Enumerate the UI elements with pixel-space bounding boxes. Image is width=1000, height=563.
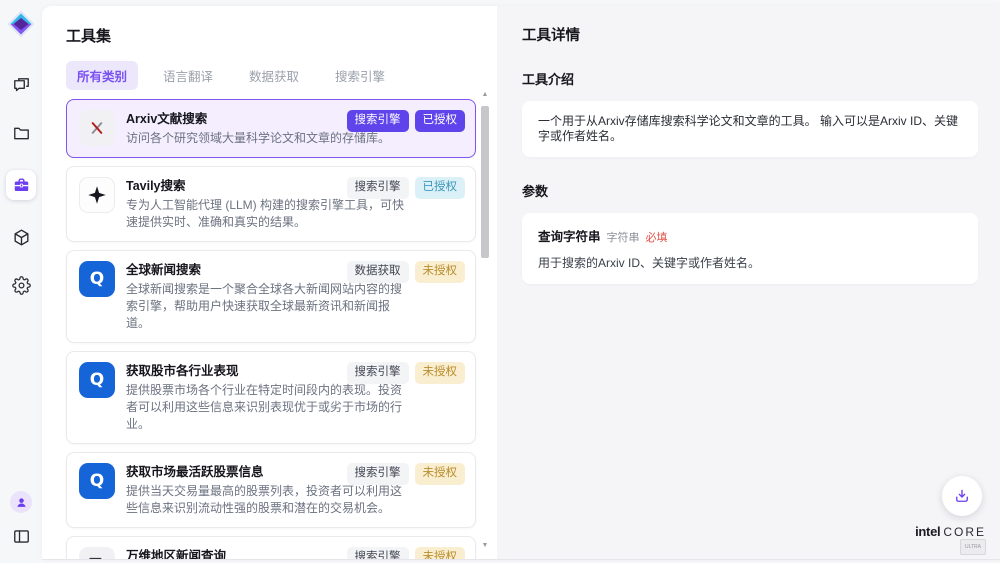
status-badge: 未授权 xyxy=(415,362,466,384)
content-window: 工具集 所有类别 语言翻译 数据获取 搜索引擎 Arxiv文献搜索 访问各个研究… xyxy=(42,6,1000,560)
status-badge: 已授权 xyxy=(415,110,466,132)
gear-icon[interactable] xyxy=(10,274,32,296)
core-wordmark: CORE xyxy=(943,525,986,539)
tab-language-translation[interactable]: 语言翻译 xyxy=(152,61,224,90)
q-search-icon: Q xyxy=(79,463,115,499)
tool-card-active-stocks[interactable]: Q 获取市场最活跃股票信息 提供当天交易量最高的股票列表，投资者可以利用这些信息… xyxy=(66,452,476,528)
collapse-panel-icon[interactable] xyxy=(10,525,32,547)
tool-description: 专为人工智能代理 (LLM) 构建的搜索引擎工具，可快速提供实时、准确和真实的结… xyxy=(126,197,411,231)
category-badge: 搜索引擎 xyxy=(347,362,409,384)
tool-detail-panel: 工具详情 工具介绍 一个用于从Arxiv存储库搜索科学论文和文章的工具。 输入可… xyxy=(497,6,1000,559)
scrollbar-up-arrow[interactable]: ▲ xyxy=(480,90,490,100)
newspaper-icon xyxy=(79,547,115,560)
category-badge: 搜索引擎 xyxy=(347,547,409,560)
intro-card: 一个用于从Arxiv存储库搜索科学论文和文章的工具。 输入可以是Arxiv ID… xyxy=(522,101,978,157)
download-icon xyxy=(953,487,971,505)
toolbox-icon[interactable] xyxy=(6,170,36,200)
tool-card-regional-news[interactable]: 万维地区新闻查询 查询具体行政区划内的新闻，快速了解各地新闻动 搜索引擎 未授权 xyxy=(66,536,476,560)
q-search-icon: Q xyxy=(79,362,115,398)
tool-card-sector-performance[interactable]: Q 获取股市各行业表现 提供股票市场各个行业在特定时间段内的表现。投资者可以利用… xyxy=(66,351,476,444)
scrollbar-down-arrow[interactable]: ▼ xyxy=(480,541,490,551)
intel-wordmark: intel xyxy=(915,524,940,539)
category-badge: 数据获取 xyxy=(347,261,409,283)
tab-all-categories[interactable]: 所有类别 xyxy=(66,61,138,90)
param-name: 查询字符串 xyxy=(538,226,601,245)
left-rail xyxy=(0,0,42,563)
category-badge: 搜索引擎 xyxy=(347,177,409,199)
tool-description: 提供当天交易量最高的股票列表，投资者可以利用这些信息来识别流动性强的股票和潜在的… xyxy=(126,483,411,517)
parameter-card: 查询字符串 字符串 必填 用于搜索的Arxiv ID、关键字或作者姓名。 xyxy=(522,213,978,284)
tab-search-engine[interactable]: 搜索引擎 xyxy=(324,61,396,90)
tool-description: 访问各个研究领域大量科学论文和文章的存储库。 xyxy=(126,130,411,147)
scrollbar-thumb[interactable] xyxy=(481,106,489,258)
intro-heading: 工具介绍 xyxy=(522,69,978,88)
intel-core-logo: intelCORE ULTRA xyxy=(915,526,986,555)
cube-icon[interactable] xyxy=(10,226,32,248)
q-search-icon: Q xyxy=(79,261,115,297)
ultra-badge: ULTRA xyxy=(960,539,986,555)
avatar[interactable] xyxy=(10,491,32,513)
status-badge: 未授权 xyxy=(415,261,466,283)
intro-text: 一个用于从Arxiv存储库搜索科学论文和文章的工具。 输入可以是Arxiv ID… xyxy=(538,114,962,144)
tool-card-arxiv[interactable]: Arxiv文献搜索 访问各个研究领域大量科学论文和文章的存储库。 搜索引擎 已授… xyxy=(66,99,476,158)
tavily-star-icon xyxy=(79,177,115,213)
param-type: 字符串 xyxy=(607,229,640,245)
rail-bottom xyxy=(10,491,32,547)
tool-card-global-news[interactable]: Q 全球新闻搜索 全球新闻搜索是一个聚合全球各大新闻网站内容的搜索引擎，帮助用户… xyxy=(66,250,476,343)
tool-list-panel: 工具集 所有类别 语言翻译 数据获取 搜索引擎 Arxiv文献搜索 访问各个研究… xyxy=(42,6,497,559)
status-badge: 已授权 xyxy=(415,177,466,199)
list-scrollbar[interactable]: ▲ ▼ xyxy=(480,90,490,551)
page-title: 工具集 xyxy=(66,25,497,46)
rail-nav xyxy=(6,74,36,296)
folder-icon[interactable] xyxy=(10,122,32,144)
chat-icon[interactable] xyxy=(10,74,32,96)
tool-card-tavily[interactable]: Tavily搜索 专为人工智能代理 (LLM) 构建的搜索引擎工具，可快速提供实… xyxy=(66,166,476,242)
category-badge: 搜索引擎 xyxy=(347,110,409,132)
arxiv-logo-icon xyxy=(79,110,115,146)
param-required-flag: 必填 xyxy=(646,229,668,245)
tab-data-fetch[interactable]: 数据获取 xyxy=(238,61,310,90)
params-heading: 参数 xyxy=(522,181,978,200)
detail-title: 工具详情 xyxy=(522,24,978,45)
tool-description: 全球新闻搜索是一个聚合全球各大新闻网站内容的搜索引擎，帮助用户快速获取全球最新资… xyxy=(126,281,411,332)
category-tabs: 所有类别 语言翻译 数据获取 搜索引擎 xyxy=(66,61,497,90)
tool-list: Arxiv文献搜索 访问各个研究领域大量科学论文和文章的存储库。 搜索引擎 已授… xyxy=(66,99,476,560)
tool-description: 提供股票市场各个行业在特定时间段内的表现。投资者可以利用这些信息来识别表现优于或… xyxy=(126,382,411,433)
download-button[interactable] xyxy=(942,476,982,516)
app-logo xyxy=(7,10,35,38)
param-description: 用于搜索的Arxiv ID、关键字或作者姓名。 xyxy=(538,254,962,271)
category-badge: 搜索引擎 xyxy=(347,463,409,485)
status-badge: 未授权 xyxy=(415,547,466,560)
status-badge: 未授权 xyxy=(415,463,466,485)
